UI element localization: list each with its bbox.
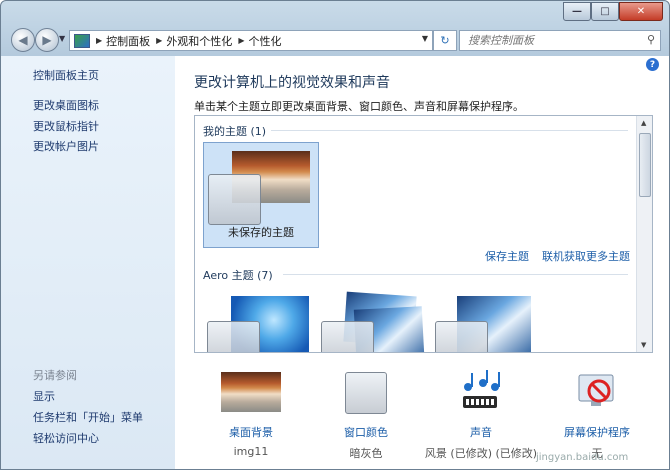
close-button[interactable]: ✕ [619, 2, 663, 21]
control-panel-window: — □ ✕ ◀ ▶ ▼ ▶ 控制面板 ▶ 外观和个性化 ▶ 个性化 ▼ ↻ ⚲ [0, 0, 670, 470]
refresh-button[interactable]: ↻ [433, 30, 457, 51]
scrollbar-thumb[interactable] [639, 133, 651, 197]
window-color-swatch [321, 321, 374, 352]
sounds-value: 风景 (已修改) (已修改) [424, 447, 538, 460]
breadcrumb-appearance[interactable]: 外观和个性化 [166, 33, 232, 49]
title-bar: — □ ✕ [1, 1, 669, 23]
see-also-heading: 另请参阅 [33, 369, 77, 382]
screen-saver-disabled-icon [578, 374, 614, 406]
page-description: 单击某个主题立即更改桌面背景、窗口颜色、声音和屏幕保护程序。 [194, 100, 524, 113]
window-color-swatch [435, 321, 488, 352]
window-color-swatch [207, 321, 260, 352]
sounds-item[interactable]: 声音 风景 (已修改) (已修改) [421, 369, 541, 469]
sounds-label: 声音 [470, 426, 492, 439]
window-color-label: 窗口颜色 [344, 426, 388, 439]
control-panel-icon [74, 33, 90, 48]
search-input[interactable] [466, 31, 640, 50]
address-bar[interactable]: ▶ 控制面板 ▶ 外观和个性化 ▶ 个性化 ▼ [69, 30, 433, 51]
theme-tile-label: 未保存的主题 [228, 226, 294, 239]
save-theme-link[interactable]: 保存主题 [485, 248, 529, 264]
forward-button[interactable]: ▶ [35, 28, 59, 52]
sidebar-link-taskbar[interactable]: 任务栏和「开始」菜单 [33, 409, 143, 425]
group-my-themes: 我的主题 (1) [203, 125, 267, 138]
window-color-swatch [208, 174, 261, 225]
breadcrumb-control-panel[interactable]: 控制面板 [106, 33, 150, 49]
breadcrumb-separator-icon[interactable]: ▶ [156, 36, 162, 45]
scroll-up-icon[interactable]: ▲ [641, 119, 646, 127]
desktop-background-item[interactable]: 桌面背景 img11 [213, 369, 289, 469]
theme-tile-unsaved[interactable]: 未保存的主题 [203, 142, 319, 248]
group-divider [283, 274, 628, 275]
watermark: jingyan.baidu.com [536, 452, 629, 463]
content-area: 控制面板主页 更改桌面图标 更改鼠标指针 更改帐户图片 另请参阅 显示 任务栏和… [1, 56, 669, 469]
window-color-swatch [345, 372, 387, 414]
theme-list-scrollbar[interactable]: ▲ ▼ [636, 116, 652, 352]
recent-pages-dropdown-icon[interactable]: ▼ [59, 34, 65, 43]
sidebar-link-mouse-pointers[interactable]: 更改鼠标指针 [33, 118, 99, 134]
window-color-item[interactable]: 窗口颜色 暗灰色 [328, 369, 404, 469]
desktop-background-label: 桌面背景 [229, 426, 273, 439]
back-button[interactable]: ◀ [11, 28, 35, 52]
scroll-down-icon[interactable]: ▼ [641, 341, 646, 349]
minimize-button[interactable]: — [563, 2, 591, 21]
page-title: 更改计算机上的视觉效果和声音 [194, 75, 390, 91]
forward-arrow-icon: ▶ [42, 33, 52, 47]
sidebar-link-account-picture[interactable]: 更改帐户图片 [33, 138, 99, 154]
group-divider [271, 130, 628, 131]
desktop-background-value: img11 [233, 445, 269, 458]
help-icon[interactable]: ? [646, 58, 659, 71]
address-dropdown-icon[interactable]: ▼ [422, 34, 428, 43]
search-box: ⚲ [459, 30, 661, 51]
breadcrumb-personalization[interactable]: 个性化 [248, 33, 281, 49]
breadcrumb-separator-icon[interactable]: ▶ [96, 36, 102, 45]
group-aero-themes: Aero 主题 (7) [203, 269, 273, 282]
window-color-value: 暗灰色 [349, 447, 383, 460]
get-more-themes-link[interactable]: 联机获取更多主题 [542, 248, 630, 264]
breadcrumb-separator-icon[interactable]: ▶ [238, 36, 244, 45]
maximize-button[interactable]: □ [591, 2, 619, 21]
navigation-bar: ◀ ▶ ▼ ▶ 控制面板 ▶ 外观和个性化 ▶ 个性化 ▼ ↻ ⚲ [1, 27, 669, 53]
sidebar-link-home[interactable]: 控制面板主页 [33, 67, 99, 83]
back-arrow-icon: ◀ [18, 33, 28, 47]
refresh-icon: ↻ [440, 34, 450, 47]
theme-list[interactable]: 我的主题 (1) 未保存的主题 保存主题 联机获取更多主题 Aero 主题 (7… [194, 115, 653, 353]
sidebar-link-ease-of-access[interactable]: 轻松访问中心 [33, 430, 99, 446]
sidebar-link-display[interactable]: 显示 [33, 388, 55, 404]
sidebar: 控制面板主页 更改桌面图标 更改鼠标指针 更改帐户图片 另请参阅 显示 任务栏和… [1, 56, 175, 469]
music-notes-icon [463, 370, 500, 408]
screen-saver-label: 屏幕保护程序 [564, 426, 630, 439]
search-icon[interactable]: ⚲ [647, 33, 655, 46]
wallpaper-thumbnail [221, 372, 281, 412]
sidebar-link-desktop-icons[interactable]: 更改桌面图标 [33, 97, 99, 113]
